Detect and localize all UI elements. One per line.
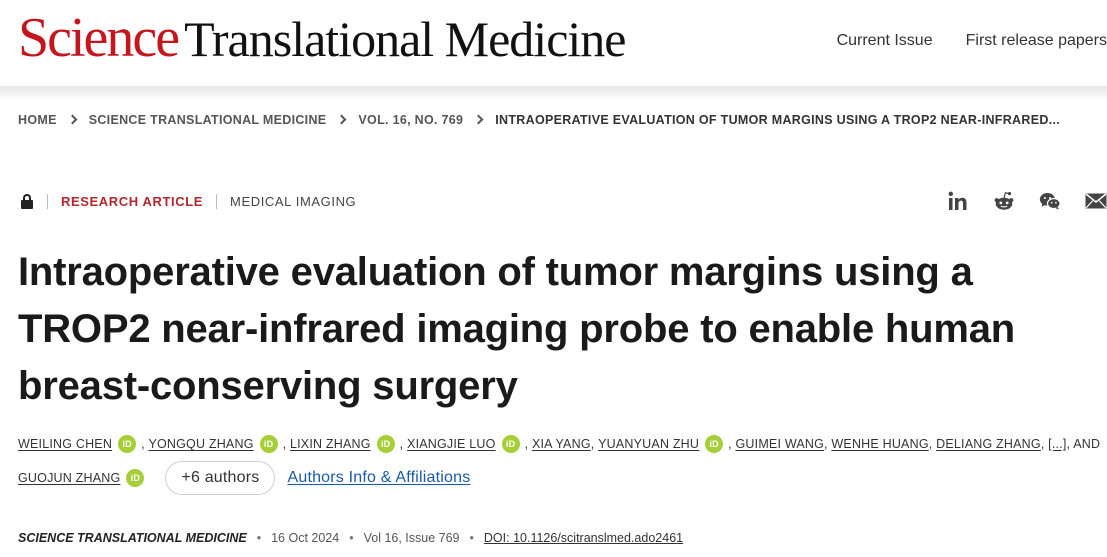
reddit-icon[interactable] <box>993 190 1015 212</box>
breadcrumb-issue[interactable]: VOL. 16, NO. 769 <box>358 113 463 127</box>
logo-science: Science <box>18 7 180 69</box>
article-title: Intraoperative evaluation of tumor margi… <box>18 250 1016 408</box>
article-type: RESEARCH ARTICLE <box>61 193 204 209</box>
divider <box>216 193 218 209</box>
separator: , <box>524 437 532 451</box>
email-icon[interactable] <box>1085 190 1107 212</box>
share-bar <box>947 190 1107 212</box>
citation-line: SCIENCE TRANSLATIONAL MEDICINE • 16 Oct … <box>18 531 683 545</box>
breadcrumb-current: INTRAOPERATIVE EVALUATION OF TUMOR MARGI… <box>495 113 1060 127</box>
author-link[interactable]: YONGQU ZHANG <box>148 437 253 451</box>
volume-issue[interactable]: Vol 16, Issue 769 <box>364 531 460 545</box>
affiliations-link[interactable]: Authors Info & Affiliations <box>287 469 470 487</box>
separator: , <box>282 437 290 451</box>
author-link[interactable]: WEILING CHEN <box>18 437 112 451</box>
authors-ellipsis[interactable]: [...] <box>1048 437 1066 451</box>
and-text: , AND <box>1066 437 1101 451</box>
site-header: Science Translational Medicine Current Is… <box>0 0 1107 86</box>
separator: , <box>399 437 408 451</box>
doi-link[interactable]: DOI: 10.1126/scitranslmed.ado2461 <box>484 531 683 545</box>
nav-first-release-papers[interactable]: First release papers <box>966 32 1107 50</box>
breadcrumb: HOME SCIENCE TRANSLATIONAL MEDICINE VOL.… <box>18 113 1060 127</box>
nav-current-issue[interactable]: Current Issue <box>837 32 933 50</box>
article-subject[interactable]: MEDICAL IMAGING <box>230 194 356 209</box>
linkedin-icon[interactable] <box>947 190 969 212</box>
author-list: WEILING CHEN iD , YONGQU ZHANG iD , LIXI… <box>18 433 1107 495</box>
citation-journal[interactable]: SCIENCE TRANSLATIONAL MEDICINE <box>18 531 247 545</box>
top-nav: Current Issue First release papers <box>837 32 1107 50</box>
author-link[interactable]: GUOJUN ZHANG <box>18 471 120 485</box>
orcid-icon[interactable]: iD <box>118 435 137 453</box>
chevron-right-icon <box>67 114 78 124</box>
author-link[interactable]: XIA YANG <box>532 437 591 451</box>
article-meta: RESEARCH ARTICLE MEDICAL IMAGING <box>20 193 356 209</box>
author-row: WEILING CHEN iD , YONGQU ZHANG iD , LIXI… <box>18 433 1107 455</box>
logo-journal-name: Translational Medicine <box>184 11 626 67</box>
author-link[interactable]: YUANYUAN ZHU <box>598 437 699 451</box>
author-link[interactable]: XIANGJIE LUO <box>407 437 496 451</box>
orcid-icon[interactable]: iD <box>259 435 278 453</box>
separator: , <box>1040 437 1049 451</box>
lock-icon <box>20 193 34 209</box>
separator: , <box>590 437 599 451</box>
author-link[interactable]: LIXIN ZHANG <box>290 437 371 451</box>
chevron-right-icon <box>473 114 484 124</box>
author-link[interactable]: DELIANG ZHANG <box>936 437 1041 451</box>
author-row: GUOJUN ZHANG iD +6 authors Authors Info … <box>18 461 470 495</box>
orcid-icon[interactable]: iD <box>126 469 145 487</box>
separator: , <box>728 437 736 451</box>
chevron-right-icon <box>336 114 347 124</box>
publication-date: 16 Oct 2024 <box>271 531 340 545</box>
orcid-icon[interactable]: iD <box>376 435 395 453</box>
divider <box>47 193 48 209</box>
header-divider <box>0 86 1107 100</box>
orcid-icon[interactable]: iD <box>705 435 724 453</box>
breadcrumb-journal[interactable]: SCIENCE TRANSLATIONAL MEDICINE <box>89 113 327 127</box>
separator: , <box>928 437 937 451</box>
separator: • <box>256 531 262 545</box>
journal-logo[interactable]: Science Translational Medicine <box>18 7 626 69</box>
more-authors-button[interactable]: +6 authors <box>165 461 276 495</box>
author-link[interactable]: GUIMEI WANG <box>736 437 825 451</box>
separator: • <box>349 531 354 545</box>
wechat-icon[interactable] <box>1039 190 1061 212</box>
separator: • <box>469 531 474 545</box>
orcid-icon[interactable]: iD <box>501 435 520 453</box>
separator: , <box>824 437 832 451</box>
separator: , <box>141 437 149 451</box>
breadcrumb-home[interactable]: HOME <box>18 113 57 127</box>
author-link[interactable]: WENHE HUANG <box>831 437 928 451</box>
